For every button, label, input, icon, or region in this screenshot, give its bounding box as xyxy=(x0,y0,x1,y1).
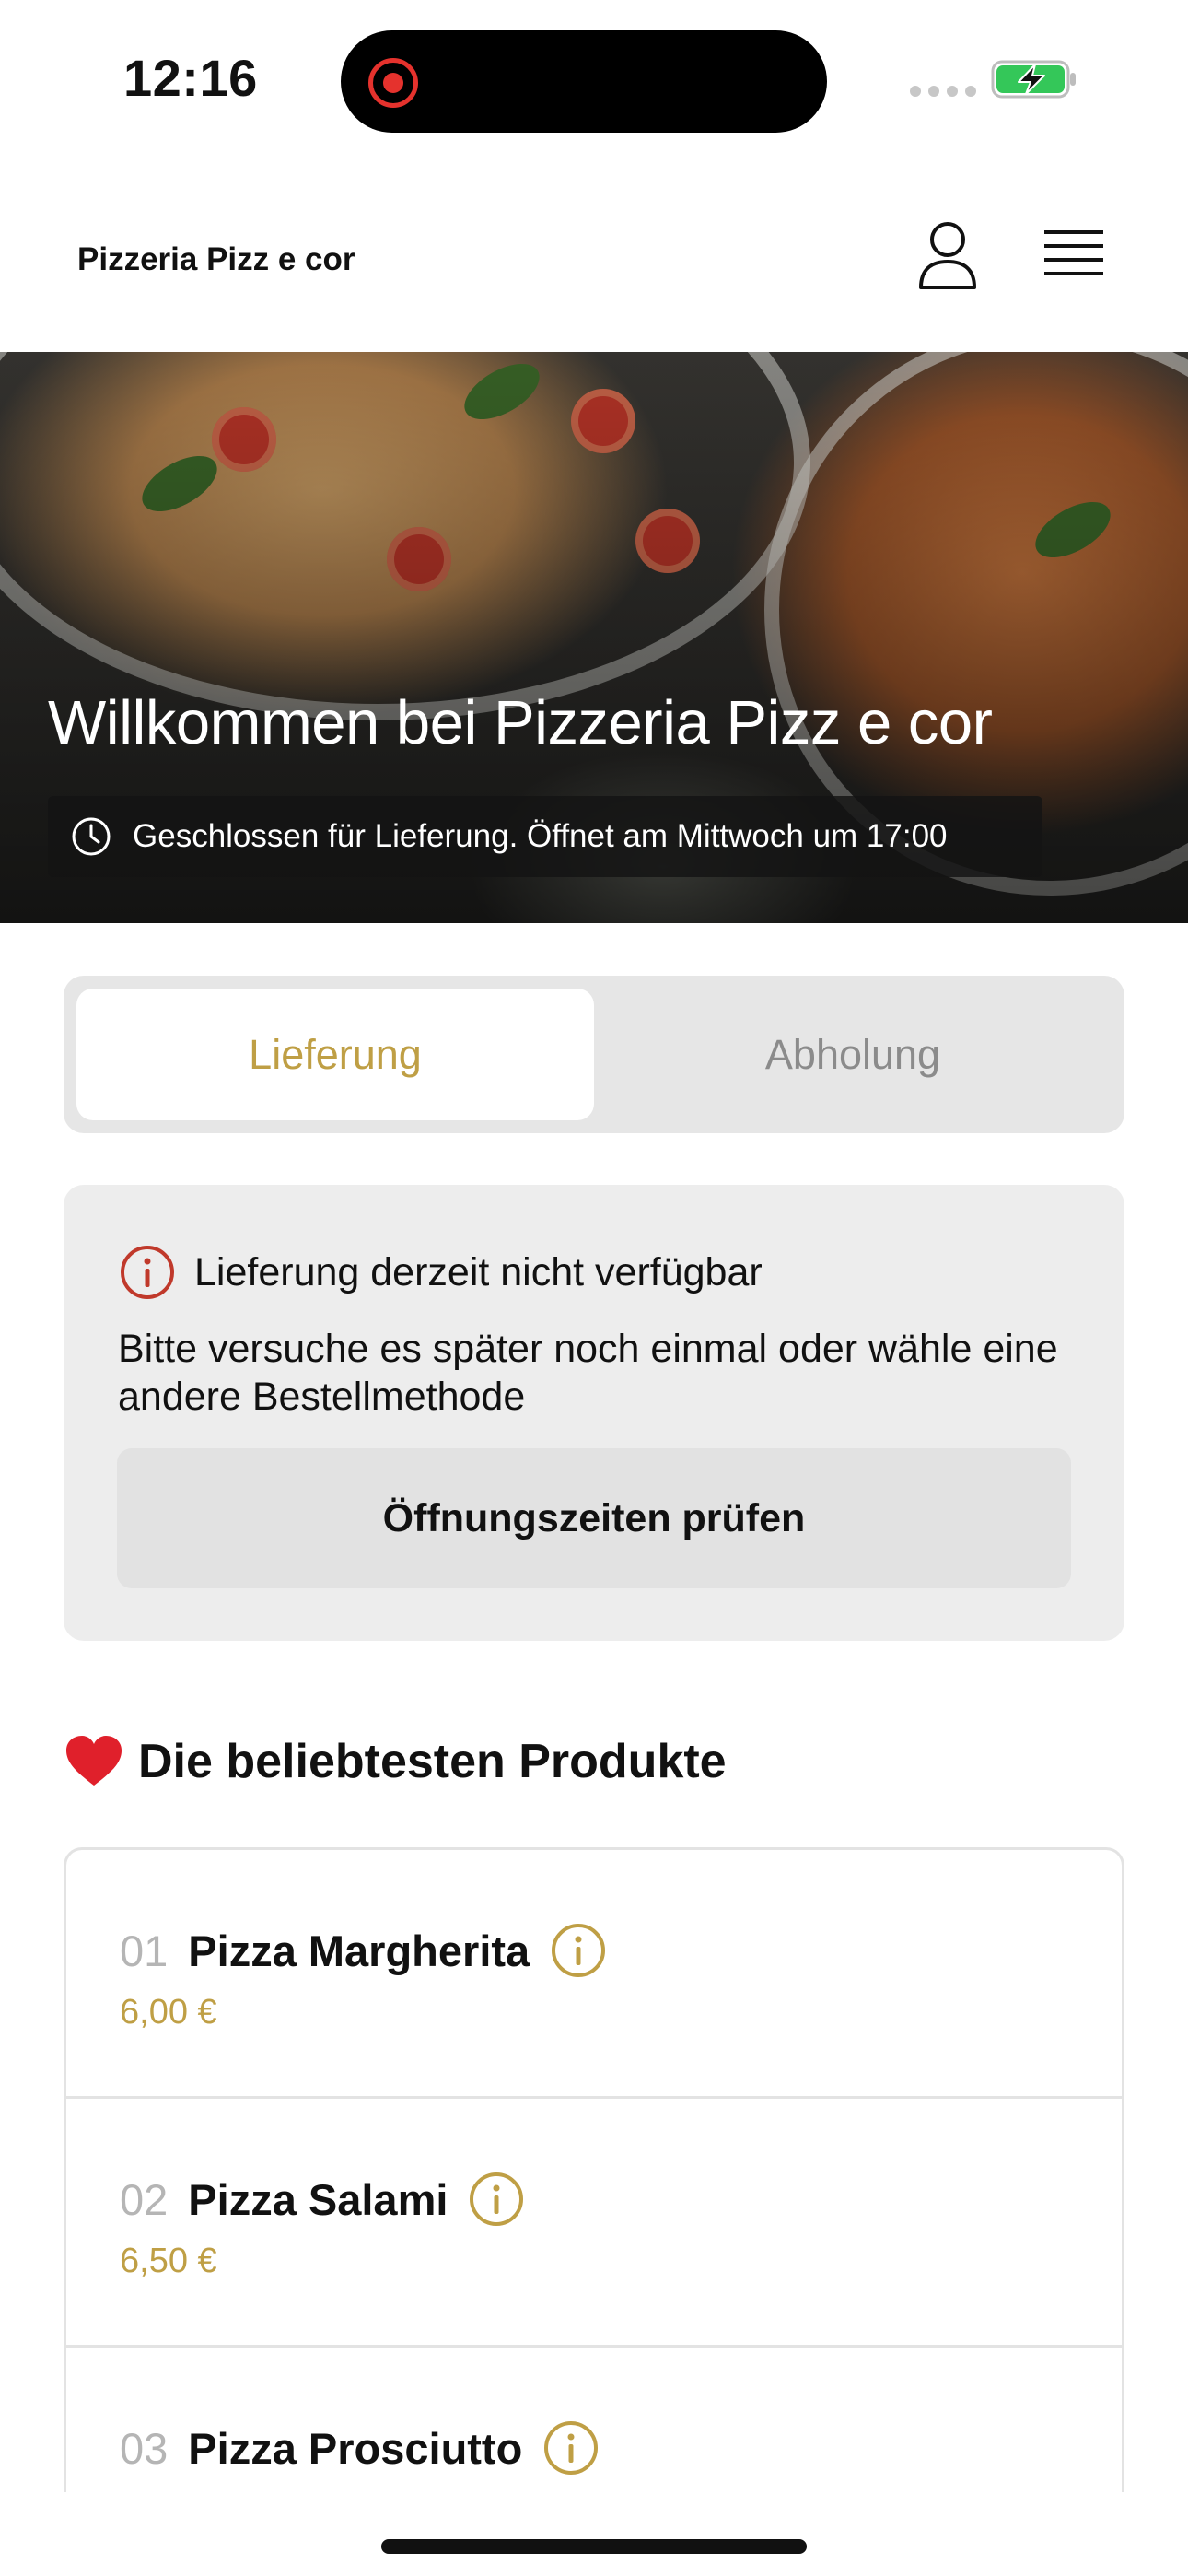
info-icon[interactable] xyxy=(468,2171,525,2228)
section-title: Die beliebtesten Produkte xyxy=(138,1735,727,1788)
info-icon[interactable] xyxy=(542,2419,600,2476)
hamburger-menu-icon[interactable] xyxy=(1044,228,1103,284)
product-price: 6,00 € xyxy=(120,1993,217,2032)
tab-delivery[interactable]: Lieferung xyxy=(76,989,594,1120)
status-time: 12:16 xyxy=(123,49,258,107)
status-bar: 12:16 xyxy=(0,0,1188,157)
hero-banner: Willkommen bei Pizzeria Pizz e cor Gesch… xyxy=(0,352,1188,923)
cellular-signal-icon xyxy=(910,86,976,97)
popular-products-heading: Die beliebtesten Produkte xyxy=(64,1734,727,1789)
battery-charging-icon xyxy=(991,60,1076,99)
app-header: Pizzeria Pizz e cor xyxy=(0,175,1188,352)
delivery-unavailable-card: Lieferung derzeit nicht verfügbar Bitte … xyxy=(64,1185,1124,1641)
product-item[interactable]: 02 Pizza Salami 6,50 € xyxy=(66,2099,1122,2348)
welcome-title: Willkommen bei Pizzeria Pizz e cor xyxy=(48,688,993,757)
product-number: 02 xyxy=(120,2174,169,2224)
product-price: 6,50 € xyxy=(120,2242,217,2280)
heart-icon xyxy=(66,1736,122,1786)
popular-products-list: 01 Pizza Margherita 6,00 € 02 Pizza Sala… xyxy=(64,1847,1124,2492)
order-mode-toggle: Lieferung Abholung xyxy=(64,976,1124,1133)
clock-icon xyxy=(72,817,111,856)
product-number: 01 xyxy=(120,1926,169,1975)
product-number: 03 xyxy=(120,2423,169,2473)
check-opening-hours-button[interactable]: Öffnungszeiten prüfen xyxy=(117,1448,1071,1588)
product-item[interactable]: 01 Pizza Margherita 6,00 € xyxy=(66,1850,1122,2099)
notice-header: Lieferung derzeit nicht verfügbar xyxy=(119,1244,763,1301)
notice-title: Lieferung derzeit nicht verfügbar xyxy=(194,1249,763,1294)
closed-status-text: Geschlossen für Lieferung. Öffnet am Mit… xyxy=(133,818,948,854)
product-name: Pizza Margherita xyxy=(188,1926,530,1975)
closed-status-badge: Geschlossen für Lieferung. Öffnet am Mit… xyxy=(48,796,1042,877)
home-indicator[interactable] xyxy=(381,2539,807,2554)
product-name: Pizza Salami xyxy=(188,2174,448,2224)
user-icon[interactable] xyxy=(917,221,978,291)
restaurant-name[interactable]: Pizzeria Pizz e cor xyxy=(77,241,355,278)
alert-info-icon xyxy=(121,1246,174,1299)
info-icon[interactable] xyxy=(550,1922,607,1979)
notice-message: Bitte versuche es später noch einmal ode… xyxy=(118,1327,1058,1419)
screen-recording-icon xyxy=(368,58,418,108)
product-name: Pizza Prosciutto xyxy=(188,2423,523,2473)
product-item[interactable]: 03 Pizza Prosciutto xyxy=(66,2348,1122,2492)
tab-pickup[interactable]: Abholung xyxy=(594,989,1112,1120)
dynamic-island xyxy=(341,30,827,133)
